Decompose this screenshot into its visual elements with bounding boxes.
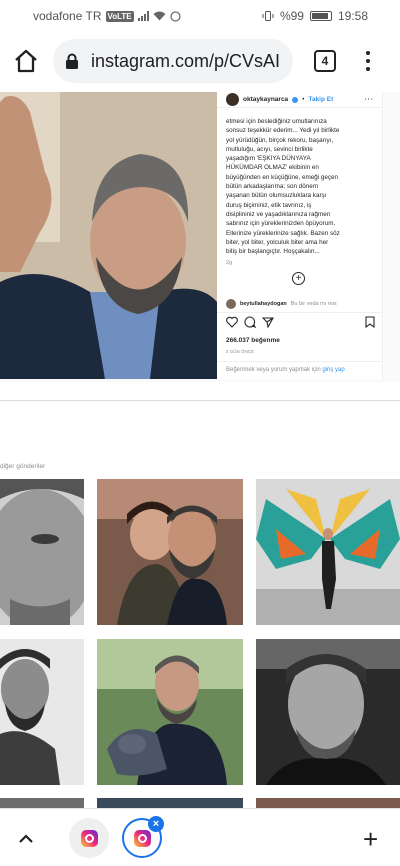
caption-time: 2g bbox=[226, 260, 233, 267]
instagram-icon bbox=[133, 829, 151, 847]
grid-photo bbox=[256, 639, 400, 785]
caption-line: büyüğünden en küçüğüne, emeği geçen bbox=[226, 173, 339, 181]
caption-line: bitiş bir başlangıçtır. Hoşçakalın... bbox=[226, 248, 320, 256]
post-header: oktaykaynarca • Takip Et ··· bbox=[217, 92, 382, 108]
grid-post[interactable] bbox=[256, 639, 400, 785]
address-bar[interactable]: instagram.com/p/CVsAI bbox=[53, 39, 293, 83]
post-photo-illustration bbox=[0, 92, 217, 379]
caption-line: bütün arkadaşlarıma; son dönem bbox=[226, 183, 319, 191]
share-icon[interactable] bbox=[262, 316, 274, 328]
close-icon[interactable]: × bbox=[148, 816, 164, 832]
browser-toolbar: instagram.com/p/CVsAI 4 bbox=[0, 30, 400, 92]
tab-instagram[interactable] bbox=[69, 818, 109, 858]
caption-line: Ellerinize yüreklerinize sağlık. Bazen s… bbox=[226, 229, 340, 237]
grid-post[interactable] bbox=[0, 639, 84, 785]
post-time: 2 GÜN ÖNCE bbox=[226, 349, 255, 354]
grid-photo bbox=[256, 479, 400, 625]
url-text: instagram.com/p/CVsAI bbox=[91, 50, 281, 71]
grid-photo bbox=[97, 479, 243, 625]
post-sidebar: oktaykaynarca • Takip Et ··· etmesi için… bbox=[217, 92, 383, 379]
caption-line: sabrınız için yüreklerinizden öpüyorum. bbox=[226, 220, 336, 228]
comment: beytullahaydogan Bu bir veda mı reis bbox=[226, 299, 337, 309]
instagram-icon bbox=[80, 829, 98, 847]
vibrate-icon bbox=[262, 11, 274, 21]
grid-post[interactable] bbox=[256, 479, 400, 625]
volte-badge: VoLTE bbox=[105, 10, 134, 22]
more-options-icon[interactable]: ··· bbox=[365, 96, 375, 103]
caption-line: yaşanan bütün olumsuzluklara karşı bbox=[226, 192, 327, 200]
status-left: vodafone TR VoLTE bbox=[33, 9, 181, 23]
verified-icon bbox=[292, 96, 299, 103]
caption-line: disiplininiz ve yaşadıklarınıza rağmen bbox=[226, 210, 331, 218]
signal-icon bbox=[137, 11, 149, 21]
instagram-post: oktaykaynarca • Takip Et ··· etmesi için… bbox=[0, 92, 400, 382]
grid-photo bbox=[97, 639, 243, 785]
battery-icon bbox=[309, 11, 332, 21]
caption-line: etmesi için beslediğiniz umutlarınıza bbox=[226, 118, 327, 125]
grid-post[interactable] bbox=[97, 479, 243, 625]
commenter-username[interactable]: beytullahaydogan bbox=[240, 301, 287, 307]
post-caption: etmesi için beslediğiniz umutlarınıza so… bbox=[217, 108, 382, 256]
browser-bottom-bar: × + bbox=[0, 808, 400, 866]
grid-photo bbox=[0, 479, 84, 625]
plus-icon[interactable]: + bbox=[363, 826, 378, 852]
caption-line: biter, yol biter, yolculuk biter ama her bbox=[226, 238, 329, 246]
caption-line: mutluluğu, acıyı, sevinci birlikte bbox=[226, 145, 313, 153]
comment-text: Bu bir veda mı reis bbox=[290, 301, 337, 307]
commenter-avatar[interactable] bbox=[226, 299, 236, 309]
load-more-comments-icon[interactable]: + bbox=[292, 272, 305, 285]
section-divider bbox=[0, 400, 400, 401]
post-username[interactable]: oktaykaynarca bbox=[243, 96, 288, 103]
more-posts-heading: diğer gönderiler bbox=[0, 463, 46, 470]
caption-line: HÜKÜMDAR OLMAZ' ekibinin en bbox=[226, 164, 319, 172]
grid-post[interactable] bbox=[97, 639, 243, 785]
follow-button[interactable]: Takip Et bbox=[308, 96, 333, 103]
like-count[interactable]: 266.037 beğenme bbox=[226, 337, 280, 344]
battery-percent: %99 bbox=[279, 9, 304, 23]
post-actions bbox=[217, 312, 383, 328]
caption-line: yol yürüdüğün, birçok rekoru, başarıyı, bbox=[226, 136, 334, 144]
carrier-name: vodafone TR bbox=[33, 9, 102, 23]
home-icon[interactable] bbox=[13, 48, 39, 74]
save-icon[interactable] bbox=[364, 316, 376, 328]
grid-photo bbox=[0, 639, 84, 785]
caption-line: yaşadığım 'EŞKIYA DÜNYAYA bbox=[226, 155, 311, 163]
post-photo[interactable] bbox=[0, 92, 217, 379]
tab-switcher-button[interactable]: 4 bbox=[314, 50, 336, 72]
lock-icon bbox=[66, 53, 78, 69]
status-right: %99 19:58 bbox=[262, 9, 368, 23]
like-icon[interactable] bbox=[226, 316, 238, 328]
status-bar: vodafone TR VoLTE %99 19:58 bbox=[0, 0, 400, 30]
whatsapp-icon bbox=[170, 10, 181, 22]
login-prompt: Beğenmek veya yorum yapmak için giriş ya… bbox=[217, 361, 383, 379]
header-dot: • bbox=[302, 96, 305, 103]
caption-line: sonsuz teşekkür ederim... Yedi yıl birli… bbox=[226, 127, 340, 135]
overflow-menu-icon[interactable] bbox=[361, 49, 375, 73]
chevron-up-icon[interactable] bbox=[17, 830, 35, 848]
grid-post[interactable] bbox=[0, 479, 84, 625]
clock: 19:58 bbox=[337, 9, 368, 23]
wifi-icon bbox=[153, 11, 166, 21]
comment-icon[interactable] bbox=[244, 316, 256, 328]
login-link[interactable]: giriş yap bbox=[322, 367, 344, 373]
login-prompt-text: Beğenmek veya yorum yapmak için bbox=[226, 367, 321, 373]
avatar[interactable] bbox=[226, 93, 239, 106]
caption-line: duruş biçiminiz, etik tavrınız, iş bbox=[226, 201, 312, 209]
